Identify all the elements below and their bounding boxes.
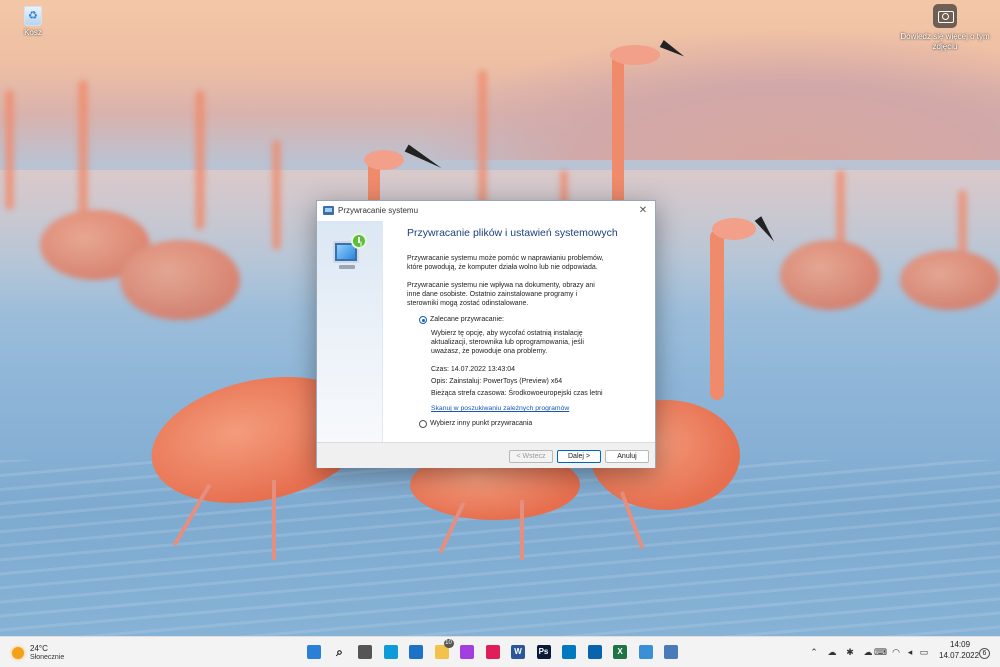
taskbar-snip[interactable] — [636, 642, 656, 662]
recommended-restore-radio[interactable] — [419, 316, 427, 324]
slack-icon — [485, 645, 500, 659]
snipping-tool-icon — [638, 645, 653, 659]
battery-icon[interactable]: ▭ — [918, 646, 930, 658]
taskbar-trello[interactable] — [559, 642, 579, 662]
restore-point-description: Opis: Zainstaluj: PowerToys (Preview) x6… — [431, 378, 563, 385]
taskbar-mail[interactable] — [406, 642, 426, 662]
system-restore-title-icon — [323, 206, 334, 215]
outlook-icon — [587, 645, 602, 659]
taskbar-task-view[interactable] — [355, 642, 375, 662]
recycle-bin[interactable]: Kosz — [18, 6, 48, 37]
system-restore-icon — [664, 645, 678, 659]
edge-icon — [383, 645, 398, 659]
choose-other-restore-point-radio[interactable] — [419, 420, 427, 428]
taskbar: 24°C Słonecznie ⌕ 10 W Ps X ⌃ ☁ ✱ ☁ ⌨ ◠ ◂ ▭ … — [0, 636, 1000, 667]
camera-icon — [933, 4, 957, 28]
taskbar-word[interactable]: W — [508, 642, 528, 662]
excel-icon: X — [613, 645, 627, 659]
current-timezone: Bieżąca strefa czasowa: Środkowoeuropejs… — [431, 390, 603, 397]
wifi-icon[interactable]: ◠ — [890, 646, 902, 658]
notification-count[interactable]: 6 — [979, 648, 990, 659]
scan-affected-programs-link[interactable]: Skanuj w poszukiwaniu zależnych programó… — [431, 405, 569, 412]
spotlight-info[interactable]: Dowiedz się więcej o tym zdjęciu — [900, 4, 990, 52]
spotlight-label: Dowiedz się więcej o tym zdjęciu — [900, 32, 990, 51]
windows-logo-icon — [307, 645, 321, 659]
dialog-side-panel — [317, 221, 383, 442]
close-icon: ✕ — [638, 205, 648, 216]
recycle-bin-icon — [24, 6, 42, 26]
taskbar-search[interactable]: ⌕ — [330, 642, 350, 662]
chevron-up-icon[interactable]: ⌃ — [808, 646, 820, 658]
system-restore-icon — [329, 233, 371, 273]
recommended-restore-description: Wybierz tę opcję, aby wycofać ostatnią i… — [431, 330, 584, 355]
onedrive-icon[interactable]: ☁ — [826, 646, 838, 658]
search-icon: ⌕ — [336, 645, 343, 659]
taskbar-slack[interactable] — [483, 642, 503, 662]
intro-paragraph: Przywracanie systemu może pomóc w napraw… — [407, 255, 604, 271]
word-icon: W — [511, 645, 525, 659]
taskbar-date[interactable]: 14.07.2022 — [939, 651, 979, 660]
taskbar-photoshop[interactable]: Ps — [534, 642, 554, 662]
dialog-title: Przywracanie systemu — [338, 206, 419, 215]
photoshop-icon: Ps — [536, 645, 551, 659]
notification-badge: 10 — [443, 639, 454, 648]
cancel-button[interactable]: Anuluj — [605, 450, 649, 463]
system-restore-dialog: Przywracanie systemu ✕ Przywracanie plik… — [316, 200, 656, 468]
dialog-footer: < Wstecz Dalej > Anuluj — [317, 442, 655, 468]
recommended-restore-label[interactable]: Zalecane przywracanie: — [430, 316, 504, 323]
trello-icon — [562, 645, 576, 659]
mail-icon — [409, 645, 423, 659]
dialog-heading: Przywracanie plików i ustawień systemowy… — [407, 227, 618, 239]
cloud-icon[interactable]: ☁ — [862, 646, 874, 658]
weather-temperature: 24°C — [30, 644, 48, 653]
taskbar-explorer[interactable]: 10 — [432, 639, 454, 662]
taskbar-time[interactable]: 14:09 — [950, 640, 970, 649]
taskbar-outlook[interactable] — [585, 642, 605, 662]
taskbar-messenger[interactable] — [457, 642, 477, 662]
dialog-titlebar[interactable]: Przywracanie systemu ✕ — [317, 201, 655, 221]
taskbar-start[interactable] — [304, 642, 324, 662]
taskbar-excel[interactable]: X — [610, 642, 630, 662]
taskbar-edge[interactable] — [381, 642, 401, 662]
restore-point-time: Czas: 14.07.2022 13:43:04 — [431, 366, 516, 373]
recycle-bin-label: Kosz — [24, 28, 42, 37]
speaker-icon[interactable]: ◂ — [904, 646, 916, 658]
weather-condition: Słonecznie — [30, 654, 65, 661]
keyboard-icon[interactable]: ⌨ — [874, 646, 887, 658]
close-button[interactable]: ✕ — [635, 203, 651, 219]
task-view-icon — [358, 645, 372, 659]
next-button[interactable]: Dalej > — [557, 450, 601, 463]
weather-widget[interactable]: 24°C Słonecznie — [8, 641, 78, 665]
taskbar-restore[interactable] — [661, 642, 681, 662]
choose-other-restore-point-label[interactable]: Wybierz inny punkt przywracania — [430, 420, 532, 427]
slack-tray-icon[interactable]: ✱ — [844, 646, 856, 658]
info-paragraph: Przywracanie systemu nie wpływa na dokum… — [407, 282, 595, 307]
sun-icon — [12, 647, 24, 659]
messenger-icon — [460, 645, 474, 659]
back-button[interactable]: < Wstecz — [509, 450, 553, 463]
